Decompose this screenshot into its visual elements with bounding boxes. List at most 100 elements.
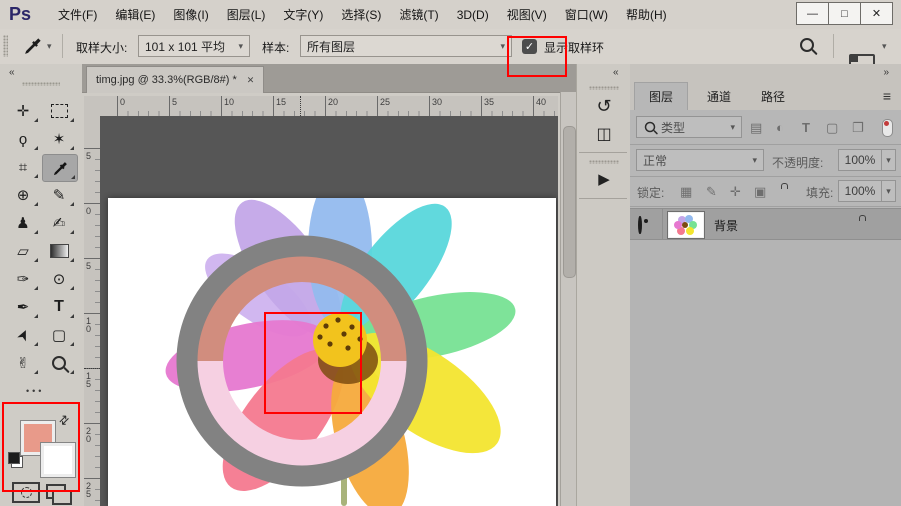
opacity-value[interactable]: 100% — [838, 149, 882, 171]
eraser-tool[interactable]: ▱ — [6, 238, 40, 264]
zoom-tool[interactable] — [42, 350, 76, 376]
marquee-tool[interactable] — [42, 98, 76, 124]
lock-paint-icon[interactable]: ✎ — [706, 184, 717, 200]
hand-tool[interactable]: ✌ — [6, 350, 40, 376]
dodge-tool[interactable]: ⊙ — [42, 266, 76, 292]
collapse-panel-icon[interactable]: « — [9, 67, 15, 78]
fill-value[interactable]: 100% — [838, 180, 882, 202]
document-tab[interactable]: timg.jpg @ 33.3%(RGB/8#) * ✕ — [86, 66, 264, 93]
layer-row-background[interactable]: 背景 — [630, 208, 901, 240]
brush-tool[interactable]: ✎ — [42, 182, 76, 208]
type-tool[interactable]: T — [42, 294, 76, 320]
close-button[interactable]: ✕ — [860, 2, 893, 25]
menu-type[interactable]: 文字(Y) — [274, 6, 332, 23]
tab-layers[interactable]: 图层 — [634, 82, 688, 110]
window-controls: — □ ✕ — [797, 2, 893, 25]
eyedropper-tool[interactable] — [42, 154, 78, 182]
eyedropper-icon — [53, 161, 68, 176]
panel-menu-icon[interactable]: ≡ — [883, 88, 891, 104]
quick-mask-button[interactable] — [12, 482, 40, 503]
strip-grip[interactable] — [589, 86, 619, 90]
horizontal-ruler[interactable]: 0 5 10 15 20 25 30 35 40 — [100, 96, 558, 117]
layer-thumbnail[interactable] — [668, 212, 704, 238]
fill-chevron[interactable]: ▾ — [881, 180, 896, 202]
menu-file[interactable]: 文件(F) — [49, 6, 106, 23]
lasso-tool[interactable]: ϙ — [6, 126, 40, 152]
ruler-origin-corner[interactable] — [84, 96, 101, 117]
gradient-tool[interactable] — [42, 238, 76, 264]
type-filter-icon[interactable]: T — [802, 120, 810, 135]
sample-size-dropdown[interactable]: 101 x 101 平均 ▾ — [138, 35, 250, 57]
scrollbar-thumb[interactable] — [563, 126, 576, 278]
canvas[interactable] — [100, 116, 558, 506]
move-tool[interactable]: ✛ — [6, 98, 40, 124]
menu-edit[interactable]: 编辑(E) — [106, 6, 164, 23]
ruler-label: 5 — [86, 262, 94, 270]
tool-preset-chevron-icon[interactable]: ▾ — [47, 42, 52, 51]
eye-icon[interactable] — [638, 216, 642, 234]
history-panel-icon[interactable]: ↺ — [577, 96, 631, 117]
history-brush-tool[interactable]: ✍ — [42, 210, 76, 236]
eyedropper-tool-preset-icon[interactable] — [24, 37, 42, 55]
actions-panel-icon[interactable]: ▶ — [577, 170, 631, 188]
layer-filter-dropdown[interactable]: 类型 ▾ — [636, 116, 742, 138]
menu-window[interactable]: 窗口(W) — [556, 6, 617, 23]
shape-tool[interactable]: ▢ — [42, 322, 76, 348]
options-separator — [62, 34, 63, 58]
spot-healing-icon: ⊕ — [17, 186, 30, 204]
blend-mode-dropdown[interactable]: 正常 ▾ — [636, 149, 764, 171]
menu-view[interactable]: 视图(V) — [498, 6, 556, 23]
default-colors-icon[interactable] — [8, 452, 20, 464]
background-color-swatch[interactable] — [40, 442, 76, 478]
smudge-tool[interactable]: ✑ — [6, 266, 40, 292]
search-icon[interactable] — [800, 38, 814, 52]
tab-channels[interactable]: 通道 — [692, 82, 746, 110]
path-select-tool[interactable]: ➤ — [6, 322, 40, 348]
expand-panels-icon[interactable]: » — [883, 67, 889, 78]
lock-transparency-icon[interactable]: ▦ — [680, 184, 692, 200]
tab-label: 通道 — [707, 88, 731, 105]
adjustment-filter-icon[interactable]: ◐ — [776, 120, 784, 135]
magic-wand-icon: ✶ — [53, 130, 66, 148]
menu-layer[interactable]: 图层(L) — [218, 6, 275, 23]
close-tab-icon[interactable]: ✕ — [247, 75, 255, 86]
lock-artboard-icon[interactable]: ▣ — [754, 184, 766, 200]
maximize-button[interactable]: □ — [828, 2, 861, 25]
menu-3d[interactable]: 3D(D) — [448, 8, 498, 22]
screen-mode-button[interactable] — [46, 484, 66, 499]
chevron-down-icon: ▾ — [238, 42, 243, 51]
lock-move-icon[interactable]: ✛ — [730, 184, 741, 200]
opacity-text: 100% — [845, 153, 876, 167]
layer-name[interactable]: 背景 — [714, 217, 738, 234]
menu-help[interactable]: 帮助(H) — [617, 6, 676, 23]
shape-filter-icon[interactable]: ▢ — [826, 120, 838, 136]
vertical-ruler[interactable]: 5 0 5 10 15 20 25 — [84, 116, 101, 506]
vertical-scrollbar[interactable] — [560, 92, 577, 506]
pixel-layer-filter-icon[interactable]: ▤ — [750, 120, 762, 136]
strip-grip[interactable] — [589, 160, 619, 164]
opacity-chevron[interactable]: ▾ — [881, 149, 896, 171]
show-sampling-ring-checkbox[interactable]: ✓ — [522, 39, 537, 54]
tab-paths[interactable]: 路径 — [750, 82, 796, 110]
menu-image[interactable]: 图像(I) — [164, 6, 217, 23]
magic-wand-tool[interactable]: ✶ — [42, 126, 76, 152]
spot-healing-tool[interactable]: ⊕ — [6, 182, 40, 208]
3d-panel-icon[interactable]: ◫ — [577, 124, 631, 144]
collapse-panels-icon[interactable]: « — [613, 67, 619, 78]
visibility-cell[interactable] — [630, 209, 663, 239]
swap-colors-icon[interactable]: ⇄ — [56, 411, 73, 428]
toolbar-ellipsis[interactable]: ••• — [26, 386, 44, 396]
sample-source-dropdown[interactable]: 所有图层 ▾ — [300, 35, 512, 57]
workspace-chevron-icon[interactable]: ▾ — [882, 42, 887, 51]
toolbar-grip[interactable] — [22, 82, 60, 86]
clone-stamp-tool[interactable]: ♟ — [6, 210, 40, 236]
pen-tool[interactable]: ✒ — [6, 294, 40, 320]
smart-object-filter-icon[interactable]: ❐ — [852, 120, 864, 136]
minimize-button[interactable]: — — [796, 2, 829, 25]
menu-filter[interactable]: 滤镜(T) — [390, 6, 447, 23]
crop-tool[interactable]: ⌗ — [6, 154, 40, 180]
options-grip[interactable] — [3, 35, 8, 57]
menu-select[interactable]: 选择(S) — [332, 6, 390, 23]
ruler-label: 20 — [86, 427, 94, 443]
filter-toggle-switch[interactable] — [882, 119, 893, 137]
